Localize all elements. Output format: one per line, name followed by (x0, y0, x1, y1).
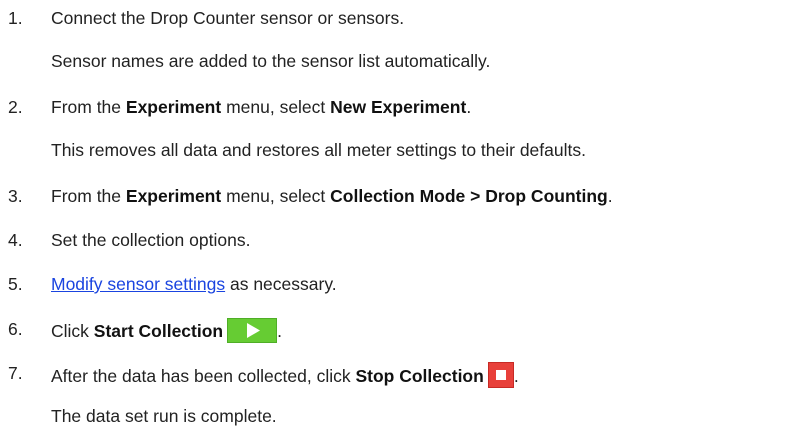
step-note: The data set run is complete. (51, 406, 277, 426)
step-number: 2. (8, 97, 23, 117)
menu-item-new-experiment: New Experiment (330, 97, 467, 117)
step-text: From the Experiment menu, select New Exp… (51, 96, 471, 118)
step-text: Modify sensor settings as necessary. (51, 273, 337, 295)
step-text-part: menu, select (221, 186, 331, 206)
start-collection-label: Start Collection (93, 321, 224, 341)
step-note: This removes all data and restores all m… (51, 140, 586, 160)
step-text: Connect the Drop Counter sensor or senso… (51, 8, 405, 28)
step-text: From the Experiment menu, select Collect… (51, 185, 613, 207)
modify-sensor-settings-link[interactable]: Modify sensor settings (51, 274, 225, 294)
step-note: Sensor names are added to the sensor lis… (51, 51, 491, 71)
stop-collection-button[interactable] (487, 362, 514, 388)
menu-item-collection-mode: Collection Mode > Drop Counting (330, 186, 608, 206)
menu-name-experiment: Experiment (125, 186, 222, 206)
stop-collection-label: Stop Collection (355, 366, 484, 386)
play-icon (247, 323, 261, 338)
step-text-part: . (607, 186, 613, 206)
step-text-part: From the (51, 97, 126, 117)
step-number: 1. (8, 8, 23, 28)
step-text: Set the collection options. (51, 230, 251, 250)
menu-name-experiment: Experiment (125, 97, 222, 117)
step-number: 5. (8, 274, 23, 294)
step-text-part: menu, select (221, 97, 331, 117)
stop-icon (495, 370, 506, 380)
step-text-part: After the data has been collected, click (51, 366, 356, 386)
step-text-part: From the (51, 186, 126, 206)
step-number: 3. (8, 186, 23, 206)
step-text: After the data has been collected, click… (51, 362, 519, 388)
start-collection-button[interactable] (227, 318, 278, 343)
step-text: Click Start Collection. (51, 318, 282, 343)
step-text-part: . (466, 97, 472, 117)
step-number: 7. (8, 363, 23, 383)
step-text-part: . (277, 321, 282, 341)
step-number: 6. (8, 319, 23, 339)
step-text-part: . (513, 366, 519, 386)
step-text-part: as necessary. (225, 274, 337, 294)
step-text-part: Click (51, 321, 94, 341)
step-number: 4. (8, 230, 23, 250)
